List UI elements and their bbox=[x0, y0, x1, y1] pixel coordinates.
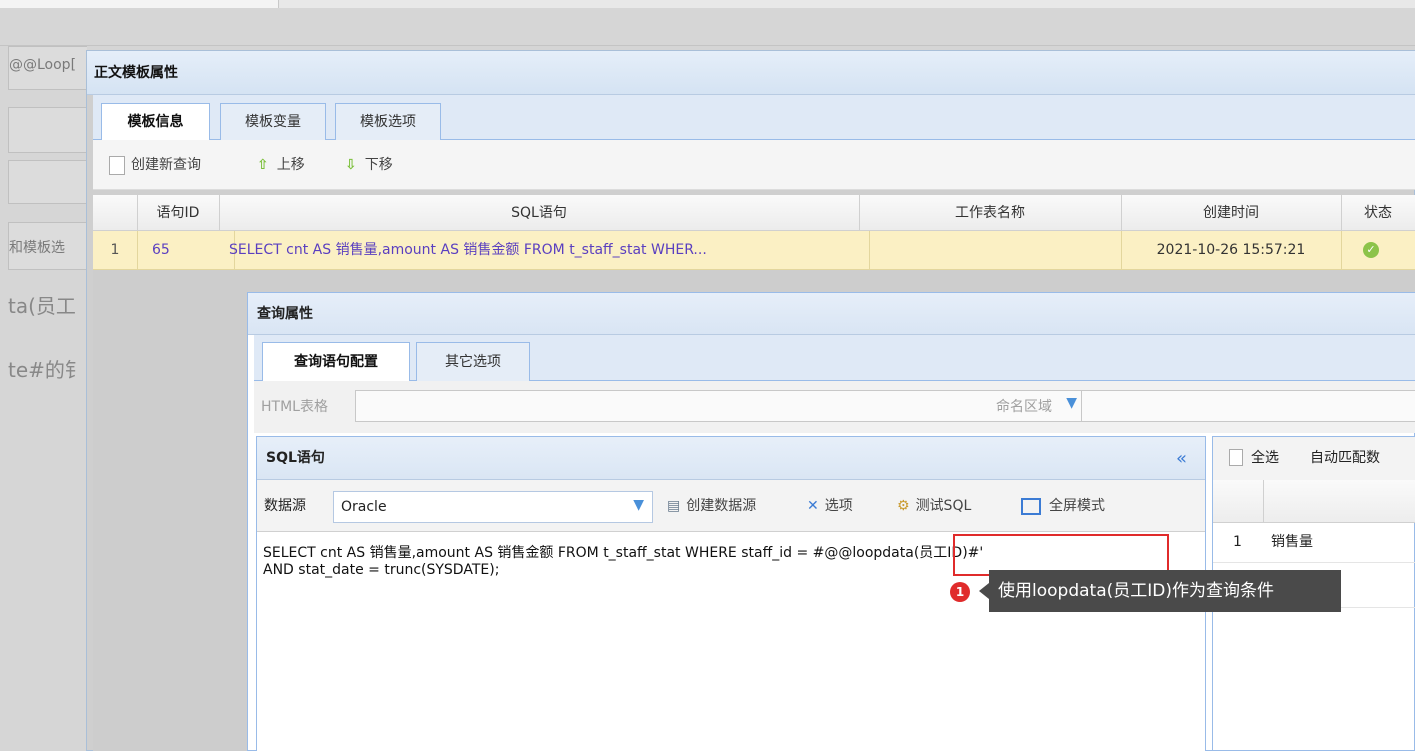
sql-line-1-text: SELECT cnt AS 销售量,amount AS 销售金额 FROM t_… bbox=[263, 545, 813, 561]
sql-line-2: AND stat_date = trunc(SYSDATE); bbox=[263, 562, 500, 578]
move-down-label: 下移 bbox=[364, 157, 393, 173]
mapping-row-name: 销售量 bbox=[1271, 534, 1313, 550]
datasource-value: Oracle bbox=[341, 499, 387, 515]
html-table-label: HTML表格 bbox=[261, 399, 328, 415]
query-form-row: HTML表格 ▼ 命名区域 bbox=[254, 381, 1415, 433]
bg-text: 和模板选 bbox=[9, 240, 65, 256]
tab-template-info[interactable]: 模板信息 bbox=[101, 103, 210, 142]
row-sheet-name bbox=[859, 231, 1122, 270]
header-sql[interactable]: SQL语句 bbox=[219, 195, 860, 231]
window-icon bbox=[1021, 497, 1041, 515]
background-left-panel: @@Loop[ 和模板选 ta(员工 te#的钅 bbox=[0, 46, 87, 751]
row-status: ✓ bbox=[1341, 231, 1415, 270]
row-sql: SELECT cnt AS 销售量,amount AS 销售金额 FROM t_… bbox=[219, 231, 870, 270]
chevron-down-icon: ▼ bbox=[633, 497, 644, 513]
create-datasource-button[interactable]: ▤ 创建数据源 bbox=[667, 480, 756, 532]
background-toolbar bbox=[0, 8, 1415, 46]
query-toolbar: 创建新查询 ⇧ 上移 ⇩ 下移 bbox=[93, 140, 1415, 190]
move-up-label: 上移 bbox=[276, 157, 305, 173]
chevron-down-icon: ▼ bbox=[1066, 395, 1077, 411]
check-circle-icon: ✓ bbox=[1363, 242, 1379, 258]
test-sql-label: 测试SQL bbox=[915, 498, 972, 514]
arrow-up-icon: ⇧ bbox=[257, 157, 269, 173]
query-tabbar: 查询语句配置 其它选项 bbox=[254, 335, 1415, 382]
create-datasource-label: 创建数据源 bbox=[686, 498, 757, 514]
test-sql-button[interactable]: ⚙ 测试SQL bbox=[897, 480, 971, 532]
named-range-label: 命名区域 bbox=[996, 399, 1052, 415]
tools-icon: ✕ bbox=[807, 498, 819, 514]
header-sheet-name[interactable]: 工作表名称 bbox=[859, 195, 1122, 231]
tab-other-options[interactable]: 其它选项 bbox=[416, 342, 530, 382]
move-up-button[interactable]: ⇧ 上移 bbox=[257, 140, 305, 190]
html-table-select[interactable]: ▼ bbox=[355, 390, 1088, 422]
create-query-button[interactable]: 创建新查询 bbox=[109, 140, 201, 190]
top-strip bbox=[0, 0, 1415, 8]
collapse-icon[interactable]: « bbox=[1176, 437, 1187, 480]
bg-field bbox=[8, 160, 87, 204]
sql-panel-title-text: SQL语句 bbox=[266, 450, 325, 466]
gear-icon: ⚙ bbox=[897, 498, 910, 514]
header-created-time[interactable]: 创建时间 bbox=[1121, 195, 1342, 231]
sql-panel-title: SQL语句 « bbox=[257, 437, 1205, 480]
select-all-button[interactable]: 全选 bbox=[1251, 437, 1279, 480]
table-row[interactable]: 1 销售量 bbox=[1213, 522, 1415, 563]
sql-toolbar: 数据源 Oracle ▼ ▤ 创建数据源 ✕ 选项 ⚙ 测试SQL 全屏模式 bbox=[257, 480, 1205, 532]
move-down-button[interactable]: ⇩ 下移 bbox=[345, 140, 393, 190]
bg-field: 和模板选 bbox=[8, 222, 87, 270]
sql-line-1: SELECT cnt AS 销售量,amount AS 销售金额 FROM t_… bbox=[263, 542, 983, 562]
dialog-tabbar: 模板信息 模板变量 模板选项 bbox=[93, 95, 1415, 142]
fullscreen-button[interactable]: 全屏模式 bbox=[1021, 480, 1105, 532]
dialog-title: 正文模板属性 bbox=[87, 51, 1415, 95]
annotation-callout: 使用loopdata(员工ID)作为查询条件 bbox=[989, 570, 1341, 612]
auto-match-button[interactable]: 自动匹配数 bbox=[1310, 437, 1380, 480]
datasource-select[interactable]: Oracle ▼ bbox=[333, 491, 653, 523]
named-range-input[interactable] bbox=[1081, 390, 1415, 422]
file-icon bbox=[109, 155, 125, 175]
database-icon: ▤ bbox=[667, 498, 681, 514]
datasource-label: 数据源 bbox=[264, 498, 306, 514]
create-query-label: 创建新查询 bbox=[131, 157, 201, 173]
copy-icon bbox=[1229, 449, 1243, 466]
row-created-time: 2021-10-26 15:57:21 bbox=[1121, 231, 1342, 270]
options-label: 选项 bbox=[824, 498, 853, 514]
mapping-row-index: 1 bbox=[1233, 534, 1242, 550]
grid-header: 语句ID SQL语句 工作表名称 创建时间 状态 bbox=[93, 195, 1415, 231]
header-statement-id[interactable]: 语句ID bbox=[137, 195, 220, 231]
step-badge: 1 bbox=[950, 582, 970, 602]
bg-field bbox=[8, 107, 87, 153]
mapping-header bbox=[1213, 480, 1415, 523]
header-status[interactable]: 状态 bbox=[1341, 195, 1415, 231]
bg-text: ta(员工 bbox=[8, 294, 76, 318]
bg-field: @@Loop[ bbox=[8, 46, 87, 90]
tab-template-variables[interactable]: 模板变量 bbox=[220, 103, 326, 141]
options-button[interactable]: ✕ 选项 bbox=[807, 480, 853, 532]
bg-text: @@Loop[ bbox=[9, 57, 77, 73]
header-rownum bbox=[93, 195, 138, 231]
callout-arrow bbox=[979, 583, 989, 599]
fullscreen-label: 全屏模式 bbox=[1049, 498, 1105, 514]
tab-template-options[interactable]: 模板选项 bbox=[335, 103, 441, 141]
table-row[interactable]: 1 65 SELECT cnt AS 销售量,amount AS 销售金额 FR… bbox=[93, 231, 1415, 270]
tab-query-config[interactable]: 查询语句配置 bbox=[262, 342, 410, 382]
mapping-toolbar: 全选 自动匹配数 bbox=[1213, 437, 1415, 481]
row-number: 1 bbox=[93, 231, 138, 270]
arrow-down-icon: ⇩ bbox=[345, 157, 357, 173]
bg-text: te#的钅 bbox=[8, 358, 85, 382]
query-dialog-title: 查询属性 bbox=[248, 293, 1415, 335]
